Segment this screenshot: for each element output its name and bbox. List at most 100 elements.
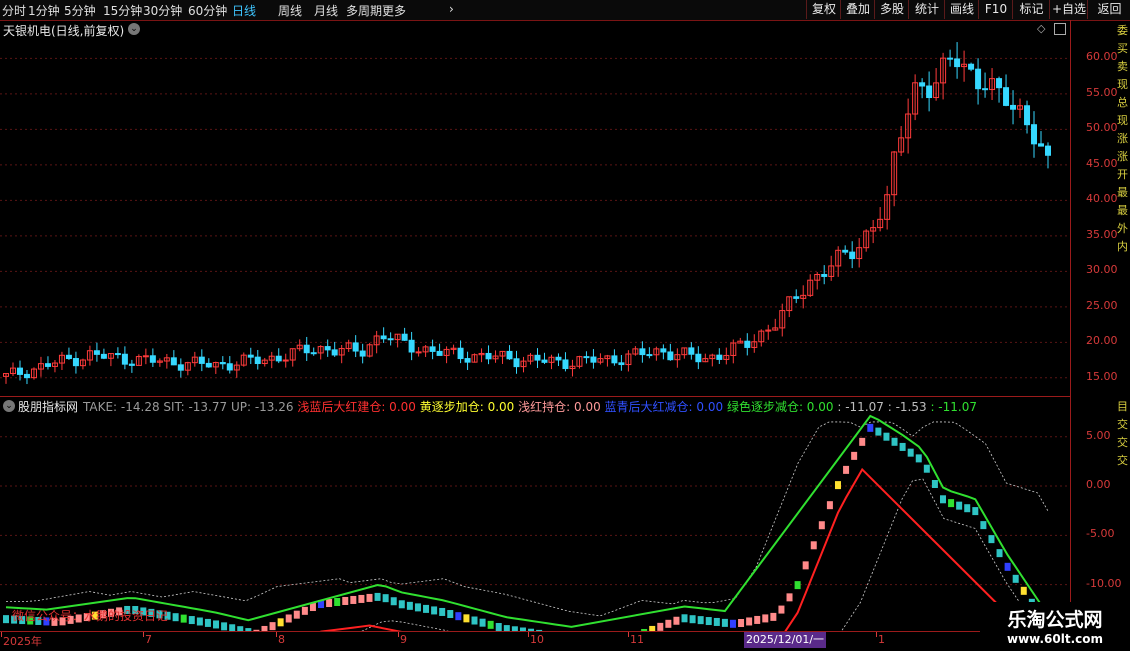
indicator-step-block	[810, 541, 817, 550]
indicator-step-block	[843, 465, 850, 474]
candle-body	[485, 352, 492, 360]
price-tick-label: 40.00	[1086, 192, 1118, 206]
date-label: 9	[400, 633, 407, 646]
price-tick-label: 35.00	[1086, 227, 1118, 241]
indicator-step-block	[681, 614, 688, 623]
candle-body	[506, 350, 513, 360]
candle-body	[254, 356, 261, 365]
candle-body	[352, 342, 359, 352]
indicator-step-block	[939, 495, 946, 504]
toolbar-button-4[interactable]: 画线	[944, 0, 979, 19]
candle-body	[408, 339, 415, 353]
indicator-step-block	[301, 606, 308, 615]
candle-body	[611, 355, 618, 364]
candle-body	[282, 359, 289, 362]
candle-body	[457, 347, 464, 360]
candle-body	[401, 333, 408, 341]
indicator-step-block	[326, 599, 333, 608]
date-tick	[1, 632, 2, 637]
indicator-step-block	[915, 454, 922, 463]
kline-chart[interactable]	[0, 20, 1070, 396]
quote-side-strip: 委买卖现总现涨涨开最最外内	[1117, 24, 1128, 253]
toolbar-button-7[interactable]: +自选	[1049, 0, 1088, 19]
wechat-note: 微信公众号：水鹅的投资日记	[12, 609, 169, 623]
indicator-step-block	[334, 598, 341, 607]
indicator-step-block	[665, 619, 672, 628]
period-tab-6[interactable]: 日线	[232, 2, 256, 19]
period-tab-3[interactable]: 15分钟	[103, 2, 142, 19]
period-tab-2[interactable]: 5分钟	[64, 2, 96, 19]
indicator-step-block	[851, 451, 858, 460]
period-tab-0[interactable]: 分时	[2, 2, 26, 19]
period-tab-5[interactable]: 60分钟	[188, 2, 227, 19]
period-tab-1[interactable]: 1分钟	[28, 2, 60, 19]
title-dropdown-icon[interactable]: ⌄	[128, 23, 140, 35]
toolbar-button-2[interactable]: 多股	[874, 0, 909, 19]
toolbar-button-3[interactable]: 统计	[908, 0, 945, 19]
indicator-step-block	[172, 613, 179, 622]
toolbar-button-6[interactable]: 标记	[1012, 0, 1050, 19]
toolbar-button-0[interactable]: 复权	[806, 0, 841, 19]
candle-body	[583, 356, 590, 359]
candle-body	[331, 349, 338, 356]
indicator-value-4: 黄逐步加仓: 0.00	[419, 400, 519, 414]
candle-body	[793, 296, 800, 299]
indicator-dropdown-icon[interactable]: ⌄	[3, 400, 15, 412]
toolbar-button-1[interactable]: 叠加	[840, 0, 875, 19]
candle-body	[429, 346, 436, 352]
candle-body	[534, 354, 541, 361]
diamond-icon[interactable]: ◇	[1037, 22, 1045, 35]
candle-body	[142, 355, 149, 358]
period-tab-8[interactable]: 月线	[314, 2, 338, 19]
indicator-step-block	[479, 618, 486, 627]
toolbar-button-5[interactable]: F10	[978, 0, 1013, 19]
main-kline-panel[interactable]: 天银机电(日线,前复权) ⌄ ◇	[0, 20, 1071, 397]
indicator-step-block	[818, 521, 825, 530]
indicator-step-block	[657, 622, 664, 631]
price-tick-label: 15.00	[1086, 369, 1118, 383]
indicator-tick-label: -10.00	[1086, 576, 1122, 590]
indicator-step-block	[406, 601, 413, 610]
indicator-value-3: 浅蓝后大红建仓: 0.00	[297, 400, 420, 414]
more-chevron-icon[interactable]: ›	[449, 2, 454, 16]
indicator-step-block	[221, 622, 228, 631]
indicator-chart[interactable]	[0, 397, 1070, 631]
indicator-step-block	[414, 603, 421, 612]
candle-body	[247, 354, 254, 358]
candle-body	[667, 351, 674, 361]
indicator-step-block	[229, 624, 236, 631]
indicator-step-block	[447, 610, 454, 619]
indicator-step-block	[996, 549, 1003, 558]
period-tab-7[interactable]: 周线	[278, 2, 302, 19]
indicator-step-block	[398, 600, 405, 609]
candle-body	[975, 68, 982, 90]
price-tick-label: 60.00	[1086, 50, 1118, 64]
candle-body	[16, 367, 23, 375]
indicator-step-block	[350, 595, 357, 604]
candle-body	[660, 348, 667, 353]
candle-body	[72, 358, 79, 367]
period-tab-10[interactable]: 更多	[382, 2, 406, 19]
candle-body	[121, 353, 128, 365]
indicator-step-block	[899, 442, 906, 451]
panel-maximize-icon[interactable]	[1054, 23, 1066, 35]
period-tab-4[interactable]: 30分钟	[143, 2, 182, 19]
indicator-value-2: UP: -13.26	[230, 400, 298, 414]
toolbar-button-8[interactable]: 返回	[1087, 0, 1130, 19]
indicator-panel[interactable]: ⌄ 股朋指标网 TAKE: -14.28 SIT: -13.77 UP: -13…	[0, 397, 1071, 631]
date-label: 11	[630, 633, 644, 646]
candle-body	[226, 363, 233, 371]
candle-body	[205, 362, 212, 368]
period-tab-9[interactable]: 多周期	[346, 2, 382, 19]
stock-title: 天银机电(日线,前复权)	[3, 24, 125, 38]
indicator-step-block	[956, 501, 963, 510]
indicator-step-block	[705, 617, 712, 626]
candle-body	[821, 274, 828, 277]
candle-body	[646, 354, 653, 357]
date-label: 8	[278, 633, 285, 646]
indicator-step-block	[382, 594, 389, 603]
date-tick	[528, 632, 529, 637]
candle-body	[513, 358, 520, 368]
candle-body	[387, 338, 394, 341]
indicator-step-block	[907, 448, 914, 457]
